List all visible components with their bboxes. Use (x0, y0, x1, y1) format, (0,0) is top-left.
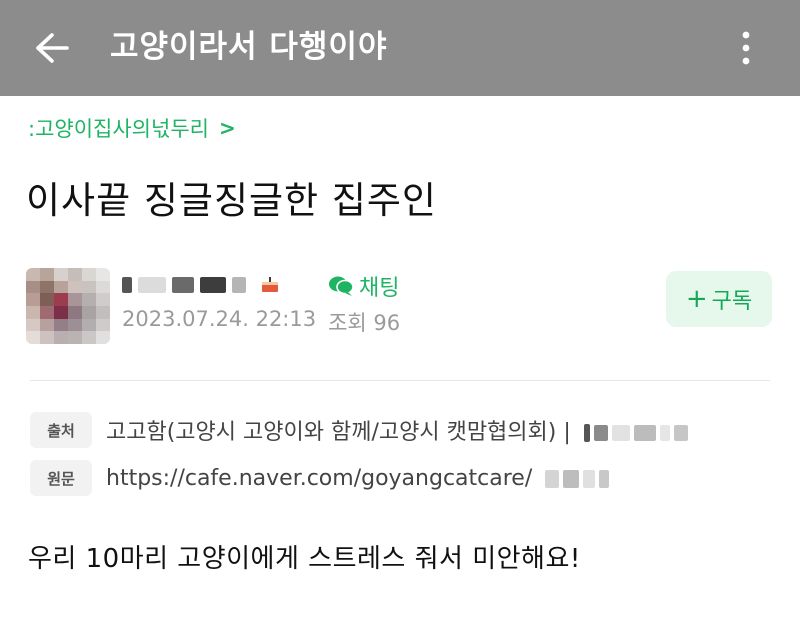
chevron-right-icon: > (218, 116, 236, 140)
redacted-block (599, 469, 610, 488)
redacted-block (673, 425, 688, 441)
source-origin-text: 고고함(고양시 고양이와 함께/고양시 캣맘협의회) | (106, 420, 571, 445)
redacted-name-block (172, 277, 194, 293)
more-vertical-icon (742, 31, 750, 65)
source-tag: 출처 (30, 412, 92, 448)
more-options-button[interactable] (728, 26, 764, 70)
app-header: 고양이라서 다행이야 (0, 0, 800, 96)
back-button[interactable] (30, 26, 74, 70)
redacted-block (611, 425, 630, 441)
source-origin-value: 고고함(고양시 고양이와 함께/고양시 캣맘협의회) | (106, 414, 688, 446)
divider (30, 380, 770, 381)
redacted-block (593, 425, 608, 441)
board-name: :고양이집사의넋두리 (28, 117, 209, 141)
redacted-block (583, 424, 590, 442)
redacted-block (583, 469, 596, 488)
subscribe-label: 구독 (711, 289, 753, 314)
chat-label: 채팅 (359, 276, 400, 301)
view-count: 조회 96 (328, 311, 401, 335)
post-meta: 2023.07.24. 22:13 조회 96 (122, 307, 400, 337)
plus-icon: + (685, 284, 708, 314)
redacted-name-block (232, 277, 246, 293)
redacted-name-block (122, 277, 132, 293)
source-url-row: 원문 https://cafe.naver.com/goyangcatcare/ (30, 460, 610, 496)
author-name[interactable] (122, 272, 280, 298)
redacted-name-block (200, 277, 226, 293)
redacted-block (633, 425, 656, 441)
redacted-block (563, 469, 580, 488)
redacted-block (659, 425, 670, 441)
chat-bubble-icon (329, 276, 354, 296)
source-origin-row: 출처 고고함(고양시 고양이와 함께/고양시 캣맘협의회) | (30, 412, 688, 448)
arrow-left-icon (36, 33, 69, 63)
url-tag: 원문 (30, 460, 92, 496)
redacted-url-blocks (545, 469, 610, 488)
redacted-source-blocks (583, 424, 688, 442)
redacted-block (545, 469, 560, 488)
post-body: 우리 10마리 고양이에게 스트레스 줘서 미안해요! (28, 544, 581, 574)
author-avatar[interactable] (26, 268, 110, 344)
redacted-name-block (138, 277, 166, 293)
source-url-text: https://cafe.naver.com/goyangcatcare/ (106, 465, 533, 491)
header-title: 고양이라서 다행이야 (110, 29, 388, 65)
source-url-link[interactable]: https://cafe.naver.com/goyangcatcare/ (106, 465, 610, 491)
cake-level-icon (262, 277, 278, 292)
post-date: 2023.07.24. 22:13 (122, 307, 317, 331)
subscribe-button[interactable]: + 구독 (666, 271, 772, 327)
post-title: 이사끝 징글징글한 집주인 (26, 179, 437, 222)
chat-button[interactable]: 채팅 (328, 270, 399, 302)
board-breadcrumb[interactable]: :고양이집사의넋두리 > (28, 113, 236, 143)
